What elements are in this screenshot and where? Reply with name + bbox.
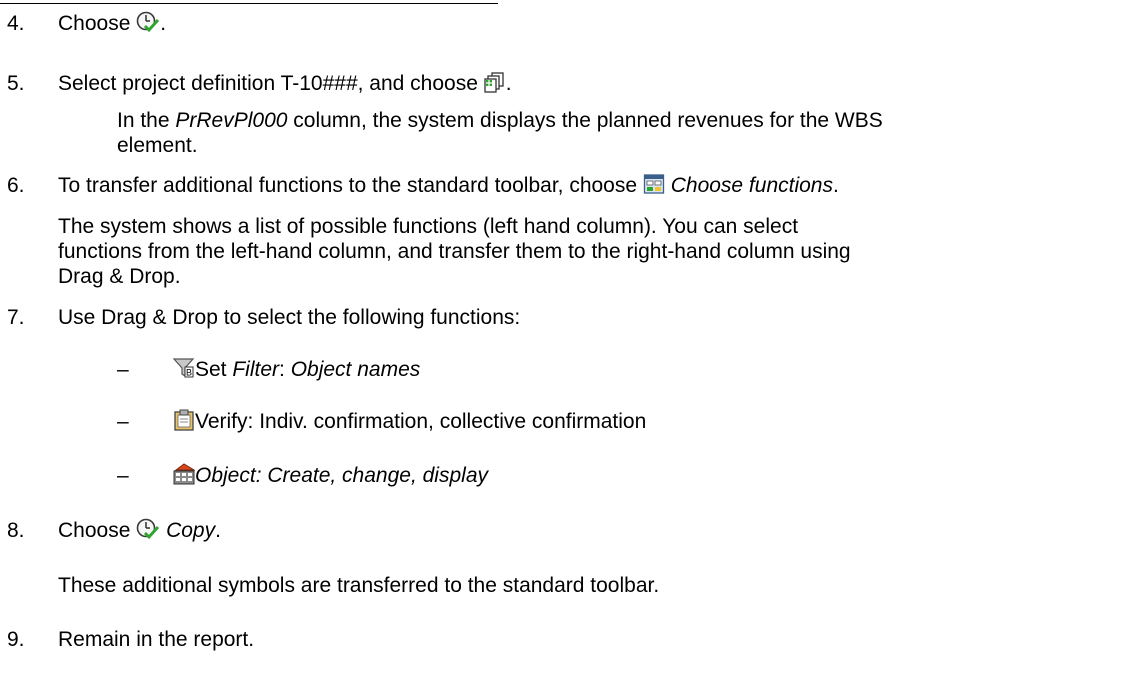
step-number: 9. [7, 628, 25, 651]
step-8-note: These additional symbols are transferred… [58, 574, 660, 597]
top-rule [0, 3, 498, 4]
clipboard-icon [173, 409, 195, 431]
step-text: To transfer additional functions to the … [58, 174, 643, 197]
object-create-icon [173, 463, 195, 485]
svg-text:B: B [186, 368, 192, 378]
step-number: 6. [7, 174, 25, 197]
step-text: Select project definition T-10###, and c… [58, 72, 484, 95]
step-text: Use Drag & Drop to select the following … [58, 306, 521, 329]
step-number: 4. [7, 12, 25, 35]
step-number: 8. [7, 519, 25, 542]
clock-check-icon [136, 518, 160, 540]
choose-functions-icon [643, 173, 665, 195]
filter-icon: B [173, 357, 195, 379]
step-number: 7. [7, 306, 25, 329]
step-text: Choose [58, 12, 137, 35]
step-5-note: In the PrRevPl000 column, the system dis… [117, 109, 883, 157]
step-text: Choose [58, 519, 137, 542]
step-6-note: The system shows a list of possible func… [58, 215, 851, 288]
step-number: 5. [7, 72, 25, 95]
copy-documents-icon [484, 71, 506, 93]
clock-check-icon [136, 11, 160, 33]
step-text: Remain in the report. [58, 628, 255, 651]
